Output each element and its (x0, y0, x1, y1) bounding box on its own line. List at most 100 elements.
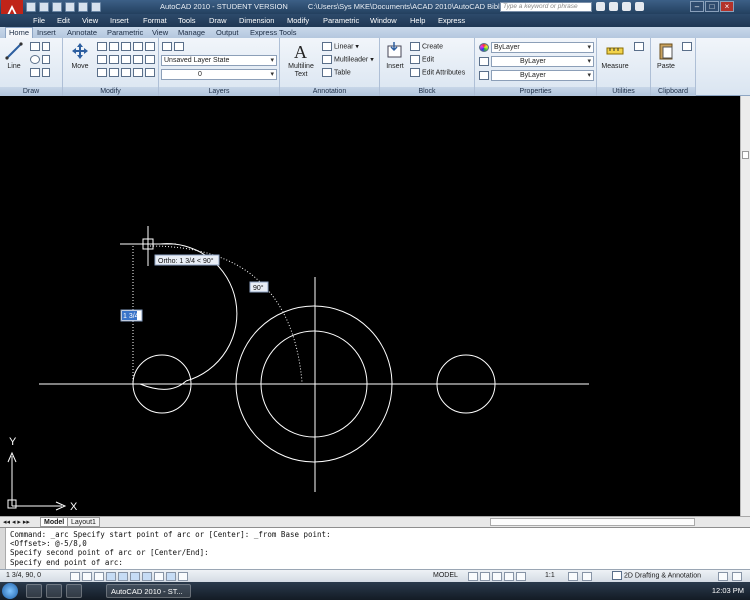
move-button[interactable]: Move (67, 41, 93, 70)
search-input[interactable]: Type a keyword or phrase (500, 2, 592, 12)
distance-input[interactable]: 1 3/4 (123, 313, 139, 320)
panel-utilities-title[interactable]: Utilities (597, 87, 650, 96)
create-block-button[interactable]: Create (410, 42, 443, 51)
explode-icon[interactable] (133, 42, 143, 51)
polyline-tool[interactable] (30, 42, 52, 51)
minimize-button[interactable]: – (690, 1, 704, 12)
circle-tool[interactable] (30, 55, 52, 64)
quick-launch-icon[interactable] (66, 584, 82, 598)
polar-toggle[interactable] (118, 572, 128, 581)
workspace-switch[interactable]: 2D Drafting & Annotation (612, 571, 701, 580)
cut-icon[interactable] (682, 42, 692, 51)
layout-view-icon[interactable] (468, 572, 478, 581)
zoom-icon[interactable] (492, 572, 502, 581)
menu-modify[interactable]: Modify (287, 16, 309, 25)
menu-parametric[interactable]: Parametric (323, 16, 359, 25)
horizontal-scrollbar[interactable] (490, 518, 695, 526)
snap-toggle[interactable] (82, 572, 92, 581)
multileader-button[interactable]: Multileader ▾ (322, 55, 374, 64)
plot-icon[interactable] (91, 2, 101, 12)
insert-block-button[interactable]: Insert (383, 41, 407, 70)
chamfer-icon[interactable] (145, 68, 155, 77)
measure-button[interactable]: Measure (600, 41, 630, 70)
command-line-grip[interactable] (0, 528, 6, 570)
table-button[interactable]: Table (322, 68, 351, 77)
binoculars-icon[interactable] (596, 2, 605, 11)
multiline-text-button[interactable]: A Multiline Text (283, 41, 319, 79)
join-icon[interactable] (121, 68, 131, 77)
linetype-select[interactable]: ByLayer (491, 56, 594, 67)
autoscale-icon[interactable] (582, 572, 592, 581)
ortho-toggle[interactable] (106, 572, 116, 581)
copy-icon[interactable] (97, 55, 107, 64)
scale-icon[interactable] (109, 68, 119, 77)
menu-draw[interactable]: Draw (209, 16, 227, 25)
fillet-icon[interactable] (121, 55, 131, 64)
stretch-icon[interactable] (97, 68, 107, 77)
linear-dimension-button[interactable]: Linear ▾ (322, 42, 359, 51)
rotate-icon[interactable] (97, 42, 107, 51)
menu-view[interactable]: View (82, 16, 98, 25)
layer-state-icon[interactable] (174, 42, 184, 51)
vertical-scrollbar[interactable] (740, 96, 750, 516)
tab-output[interactable]: Output (216, 28, 239, 37)
drawing-canvas[interactable]: Ortho: 1 3/4 < 90° 90° 1 3/4 Y X (0, 96, 740, 516)
toolbar-lock-icon[interactable] (718, 572, 728, 581)
paste-button[interactable]: Paste (653, 41, 679, 70)
menu-file[interactable]: File (33, 16, 45, 25)
edit-block-button[interactable]: Edit (410, 55, 434, 64)
steering-wheel-icon[interactable] (504, 572, 514, 581)
line-button[interactable]: Line (3, 41, 25, 70)
menu-dimension[interactable]: Dimension (239, 16, 274, 25)
showmotion-icon[interactable] (516, 572, 526, 581)
color-select[interactable]: ByLayer (491, 42, 594, 53)
tab-annotate[interactable]: Annotate (67, 28, 97, 37)
open-icon[interactable] (39, 2, 49, 12)
tab-nav-arrows-icon[interactable]: ◂◂ ◂ ▸ ▸▸ (3, 518, 30, 526)
panel-annotation-title[interactable]: Annotation (280, 87, 379, 96)
layer-state-select[interactable]: Unsaved Layer State (161, 55, 277, 66)
layer-properties-icon[interactable] (162, 42, 172, 51)
help-icon[interactable] (635, 2, 644, 11)
lineweight-select[interactable]: ByLayer (491, 70, 594, 81)
tab-model[interactable]: Model (40, 517, 69, 527)
menu-edit[interactable]: Edit (57, 16, 70, 25)
tab-express-tools[interactable]: Express Tools (250, 28, 297, 37)
menu-help[interactable]: Help (410, 16, 425, 25)
dyn-toggle[interactable] (166, 572, 176, 581)
panel-clipboard-title[interactable]: Clipboard (651, 87, 695, 96)
undo-icon[interactable] (65, 2, 75, 12)
scroll-thumb[interactable] (742, 151, 749, 159)
layer-select[interactable]: 0 (161, 69, 277, 80)
tab-insert[interactable]: Insert (37, 28, 56, 37)
panel-modify-title[interactable]: Modify (63, 87, 158, 96)
offset-icon[interactable] (145, 42, 155, 51)
otrack-toggle[interactable] (142, 572, 152, 581)
calculator-icon[interactable] (634, 42, 644, 51)
annotation-scale[interactable]: 1:1 (545, 572, 555, 579)
close-button[interactable]: × (720, 1, 734, 12)
erase-icon[interactable] (121, 42, 131, 51)
taskbar-item-autocad[interactable]: AutoCAD 2010 - ST... (106, 584, 191, 598)
model-space-button[interactable]: MODEL (433, 572, 458, 579)
quick-launch-icon[interactable] (46, 584, 62, 598)
start-button[interactable] (2, 583, 18, 599)
annotation-visibility-icon[interactable] (568, 572, 578, 581)
tab-parametric[interactable]: Parametric (107, 28, 143, 37)
lineweight-toggle[interactable] (178, 572, 188, 581)
redo-icon[interactable] (78, 2, 88, 12)
grid-toggle[interactable] (94, 572, 104, 581)
coordinate-readout[interactable]: 1 3/4, 90, 0 (6, 572, 41, 579)
menu-format[interactable]: Format (143, 16, 167, 25)
mirror-icon[interactable] (109, 55, 119, 64)
menu-window[interactable]: Window (370, 16, 397, 25)
menu-tools[interactable]: Tools (178, 16, 196, 25)
panel-properties-title[interactable]: Properties (475, 87, 596, 96)
osnap-toggle[interactable] (130, 572, 140, 581)
star-icon[interactable] (622, 2, 631, 11)
quick-launch-icon[interactable] (26, 584, 42, 598)
panel-draw-title[interactable]: Draw (0, 87, 62, 96)
break-icon[interactable] (145, 55, 155, 64)
tab-layout1[interactable]: Layout1 (67, 517, 100, 527)
edit-attributes-button[interactable]: Edit Attributes (410, 68, 465, 77)
